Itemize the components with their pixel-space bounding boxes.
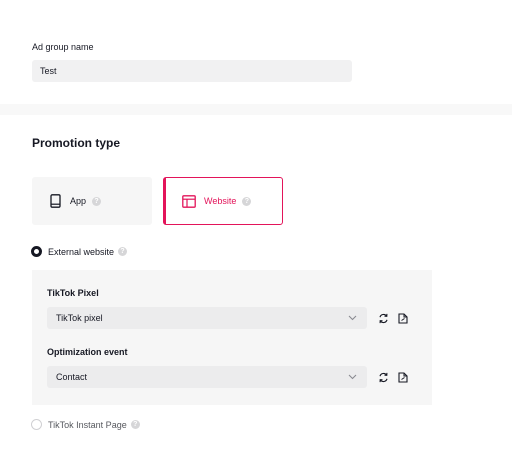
tiktok-pixel-label: TikTok Pixel <box>47 288 99 298</box>
promotion-option-website[interactable]: Website ? <box>163 177 283 225</box>
refresh-icon[interactable] <box>377 312 389 324</box>
promotion-option-app-label: App <box>70 196 87 206</box>
tiktok-pixel-select[interactable]: TikTok pixel <box>47 307 367 329</box>
external-website-option[interactable]: External website ? <box>31 246 128 257</box>
phone-icon <box>48 194 62 208</box>
promotion-option-website-label: Website <box>204 196 237 206</box>
chevron-down-icon <box>348 372 357 382</box>
tiktok-pixel-value: TikTok pixel <box>56 313 103 323</box>
optimization-event-label: Optimization event <box>47 347 128 357</box>
chevron-down-icon <box>348 313 357 323</box>
instant-page-option[interactable]: TikTok Instant Page ? <box>31 419 140 430</box>
external-website-label: External website <box>48 246 115 257</box>
promotion-option-app[interactable]: App ? <box>32 177 152 225</box>
open-document-icon[interactable] <box>397 371 409 383</box>
help-icon[interactable]: ? <box>92 196 102 206</box>
website-settings-panel: TikTok Pixel TikTok pixel Optimization e… <box>32 270 432 405</box>
help-icon[interactable]: ? <box>242 196 252 206</box>
help-icon[interactable]: ? <box>118 247 128 256</box>
optimization-event-value: Contact <box>56 372 88 382</box>
help-icon[interactable]: ? <box>130 420 140 429</box>
optimization-event-select[interactable]: Contact <box>47 366 367 388</box>
ad-group-name-input[interactable]: Test <box>32 60 352 82</box>
instant-page-label: TikTok Instant Page <box>48 419 127 430</box>
open-document-icon[interactable] <box>397 312 409 324</box>
browser-window-icon <box>182 194 196 208</box>
ad-group-name-label: Ad group name <box>32 42 94 52</box>
external-website-radio[interactable] <box>31 246 42 257</box>
refresh-icon[interactable] <box>377 371 389 383</box>
promotion-type-title: Promotion type <box>32 136 121 150</box>
instant-page-radio[interactable] <box>31 419 42 430</box>
section-divider <box>0 104 512 115</box>
